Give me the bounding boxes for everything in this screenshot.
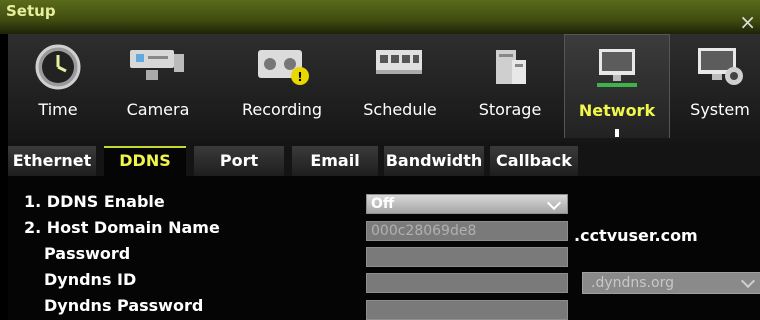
password-label: Password [44, 244, 131, 263]
toolbar-item-schedule[interactable]: Schedule [350, 34, 450, 138]
schedule-icon [376, 50, 422, 74]
title-bar: Setup × [0, 0, 760, 34]
svg-text:!: ! [297, 70, 302, 84]
ddns-settings-panel: 1. DDNS Enable Off 2. Host Domain Name 0… [8, 176, 760, 320]
tab-bandwidth[interactable]: Bandwidth [384, 146, 484, 176]
dyndns-id-input[interactable] [366, 273, 568, 293]
system-gear-icon [698, 48, 743, 85]
close-icon[interactable]: × [739, 12, 756, 32]
row-ddns-enable: 1. DDNS Enable Off [8, 191, 760, 217]
window-title: Setup [6, 2, 56, 20]
dyndns-password-input[interactable] [366, 300, 568, 320]
tab-port[interactable]: Port [194, 146, 284, 176]
tab-callback[interactable]: Callback [490, 146, 578, 176]
chevron-down-icon [546, 195, 562, 211]
category-toolbar: Time Camera ! Recording Schedule Storage… [8, 34, 760, 142]
tab-ethernet[interactable]: Ethernet [8, 146, 96, 176]
tab-email[interactable]: Email [292, 146, 378, 176]
password-input[interactable] [366, 247, 568, 267]
toolbar-label: Storage [478, 100, 542, 119]
dyndns-password-label: Dyndns Password [44, 296, 204, 315]
host-domain-label: 2. Host Domain Name [24, 218, 220, 237]
dyndns-domain-value: .dyndns.org [591, 275, 674, 291]
toolbar-item-recording[interactable]: ! Recording [232, 34, 332, 138]
toolbar-label: System [690, 100, 750, 119]
toolbar-label: Camera [126, 100, 190, 119]
row-host-domain: 2. Host Domain Name 000c28069de8 .cctvus… [8, 217, 760, 245]
ddns-enable-label: 1. DDNS Enable [24, 192, 165, 211]
chevron-down-icon [740, 273, 756, 289]
toolbar-item-camera[interactable]: Camera [108, 34, 208, 138]
toolbar-label: Time [38, 100, 78, 119]
toolbar-label: Schedule [363, 100, 437, 119]
recording-icon: ! [258, 50, 309, 85]
active-indicator [615, 129, 619, 137]
ddns-enable-select[interactable]: Off [366, 194, 568, 214]
row-dyndns-password: Dyndns Password [8, 295, 760, 320]
toolbar-label: Network [578, 101, 656, 120]
host-domain-input[interactable]: 000c28069de8 [366, 221, 568, 241]
ddns-enable-value: Off [371, 196, 395, 212]
sub-tab-bar: Ethernet DDNS Port Email Bandwidth Callb… [8, 142, 760, 176]
clock-icon [35, 44, 81, 90]
network-monitor-icon [597, 49, 637, 87]
toolbar-item-storage[interactable]: Storage [460, 34, 560, 138]
dyndns-domain-select[interactable]: .dyndns.org [582, 272, 760, 294]
tab-ddns[interactable]: DDNS [104, 146, 186, 176]
storage-icon [496, 50, 526, 84]
dyndns-id-label: Dyndns ID [44, 270, 137, 289]
toolbar-item-time[interactable]: Time [8, 34, 108, 138]
camera-icon [130, 50, 184, 80]
toolbar-label: Recording [241, 100, 323, 119]
toolbar-item-system[interactable]: System [680, 34, 760, 138]
row-password: Password [8, 243, 760, 269]
row-dyndns-id: Dyndns ID .dyndns.org [8, 269, 760, 295]
toolbar-item-network[interactable]: Network [564, 34, 670, 138]
